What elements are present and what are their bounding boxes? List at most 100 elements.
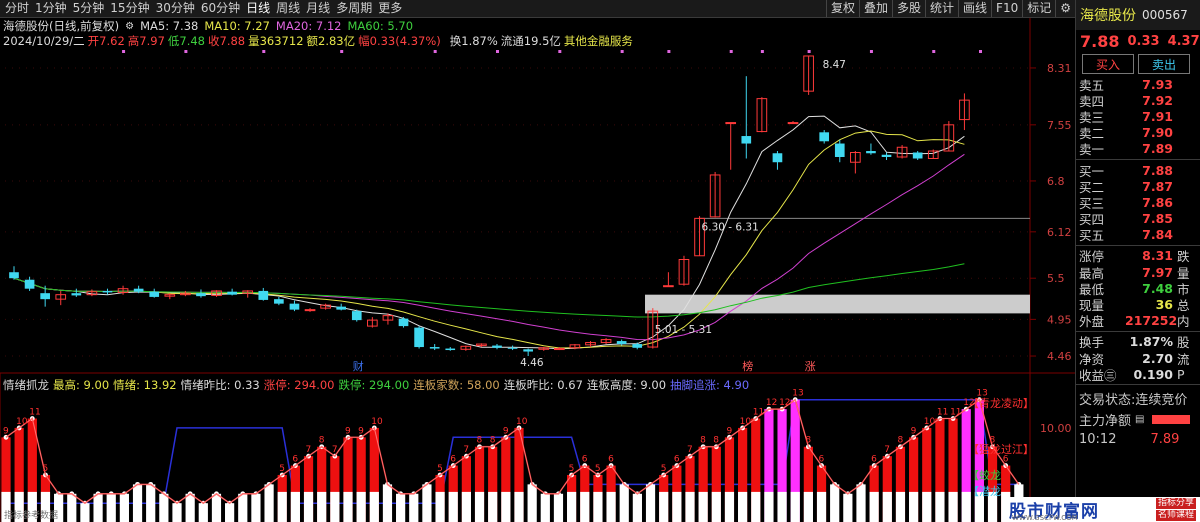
signal-dot (433, 50, 437, 53)
main-flow-row[interactable]: 主力净额 ▤ (1076, 409, 1200, 429)
signal-dot (496, 50, 499, 53)
signal-dot (932, 50, 936, 53)
indicator-bar (843, 493, 853, 522)
indicator-bar-base (738, 491, 748, 522)
indicator-bar (238, 493, 248, 522)
price-annotation: 5.01 - 5.31 (655, 324, 712, 336)
quote-row: 现量 36 总 (1076, 296, 1200, 313)
quote-row: 卖一 7.89 (1076, 141, 1200, 157)
quote-row: 最高 7.97 量 (1076, 264, 1200, 281)
quote-row-value: 7.85 (1142, 211, 1173, 227)
tick-price: 7.89 (1150, 431, 1180, 447)
quote-row: 买三 7.86 (1076, 194, 1200, 211)
indicator-bar-base (895, 491, 906, 522)
indicator-value-label: 6 (292, 455, 298, 465)
price-annotation: 4.46 (520, 357, 544, 369)
watermark-url: WWW.GSCFW.COM (1012, 514, 1078, 522)
indicator-bar-base (882, 491, 892, 522)
quote-row-value: 8.31 (1142, 248, 1173, 264)
sell-button[interactable]: 卖出 (1138, 54, 1190, 74)
indicator-bar-base (369, 491, 379, 522)
quote-row-value: 7.91 (1142, 108, 1173, 124)
indicator-bar-base (277, 491, 287, 522)
indicator-bar (409, 493, 419, 522)
indicator-bar-base (659, 491, 669, 522)
signal-dot (262, 50, 266, 53)
quote-row: 涨停 8.31 跌 (1076, 248, 1200, 264)
indicator-board-count: 连板家数: 58.00 (413, 378, 500, 392)
signal-dot (620, 50, 624, 53)
candle-body (414, 327, 424, 348)
signal-dot (807, 50, 811, 53)
quote-row: 卖三 7.91 (1076, 108, 1200, 125)
indicator-value-label: 6 (450, 455, 456, 465)
indicator-bar-base (330, 491, 340, 522)
indicator-value-label: 10 (516, 417, 528, 427)
price-annotation: 8.47 (823, 59, 846, 71)
indicator-value-label: 9 (345, 426, 351, 436)
indicator-bar (527, 484, 537, 522)
quote-row: 卖五 7.93 (1076, 76, 1200, 93)
quote-row-label: 收益㊂ (1079, 367, 1117, 383)
candle-body (866, 151, 876, 154)
indicator-bar (382, 484, 393, 522)
indicator-value-label: 6 (582, 455, 588, 465)
quote-row-value: 7.48 (1142, 280, 1173, 296)
candle-body (196, 293, 206, 297)
quote-row: 外盘 217252 内 (1076, 313, 1200, 329)
candle-body (274, 299, 284, 304)
candle-body (71, 293, 82, 296)
indicator-bar-base (935, 491, 945, 522)
indicator-bar-base (435, 491, 445, 522)
buy-button[interactable]: 买入 (1082, 54, 1134, 74)
indicator-bar-base (803, 491, 813, 522)
quote-row: 买二 7.87 (1076, 178, 1200, 195)
indicator-bar-base (343, 491, 353, 522)
watermark-tags: 指标分享 名师课程 (1155, 498, 1196, 521)
indicator-max: 最高: 9.00 (53, 378, 110, 392)
quote-row-value: 1.87% (1129, 334, 1173, 350)
quote-row-extra: P (1177, 366, 1185, 382)
indicator-bar (645, 484, 656, 522)
quote-row-value: 7.89 (1142, 141, 1173, 157)
indicator-value-label: 12 (766, 398, 777, 408)
indicator-bar-base (580, 491, 590, 522)
y-tick-label: 6.12 (1047, 226, 1072, 239)
indicator-bar (619, 484, 629, 522)
signal-dot (979, 50, 982, 53)
quote-price: 7.88 (1080, 31, 1120, 51)
quote-row: 买四 7.85 (1076, 211, 1200, 227)
indicator-bar-base (593, 491, 603, 522)
indicator-limit-down: 跌停: 294.00 (338, 378, 410, 392)
candle-body (881, 154, 892, 157)
indicator-bar-base (672, 491, 682, 522)
watermark-tag-2: 名师课程 (1155, 510, 1196, 521)
indicator-step-line (6, 398, 1019, 504)
candle-body (24, 279, 35, 289)
candle-body (227, 291, 237, 295)
indicator-value-label: 8 (319, 436, 325, 446)
signal-dot (122, 50, 126, 53)
indicator-bar (422, 484, 432, 522)
candle-body (258, 290, 269, 300)
quote-row-value: 7.86 (1142, 194, 1173, 210)
indicator-bar (198, 503, 208, 522)
y-tick-label: 6.8 (1047, 175, 1065, 188)
candle-body (492, 345, 502, 348)
indicator-bar-base (777, 491, 787, 522)
candle-body (40, 293, 50, 300)
indicator-bar-base (356, 491, 366, 522)
kline-chart[interactable]: 8.31 7.55 6.8 6.12 5.5 4.95 4.46 8.47 6.30 - 6.3… (0, 0, 1075, 522)
indicator-bar (396, 493, 406, 522)
indicator-bar-base (698, 491, 708, 522)
tick-time: 10:12 (1079, 431, 1117, 447)
ma5-line (13, 115, 965, 350)
indicator-bar (264, 484, 274, 522)
indicator-value-label: 10 (371, 417, 383, 427)
watermark-tag-1: 指标分享 (1155, 498, 1196, 509)
indicator-bar (251, 493, 261, 522)
quote-row: 买五 7.84 (1076, 227, 1200, 243)
indicator-bar-base (514, 491, 524, 522)
event-marker: 榜 (742, 359, 753, 373)
y-tick-label: 5.5 (1047, 272, 1065, 285)
